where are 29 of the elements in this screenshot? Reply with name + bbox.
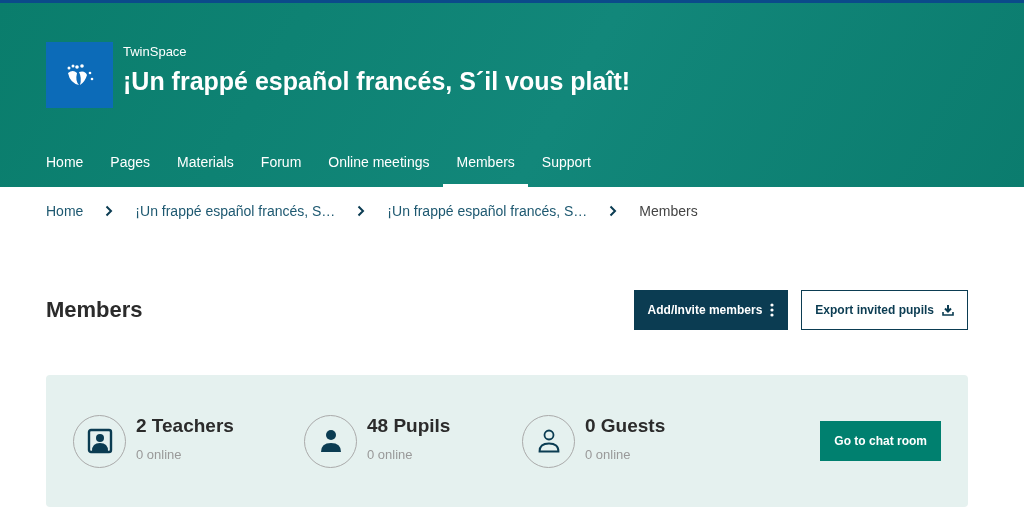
member-count: 0 Guests xyxy=(585,414,666,437)
current-page-label: Members xyxy=(639,202,698,219)
nav-tab[interactable]: Home xyxy=(46,154,97,187)
online-count: 0 online xyxy=(367,446,414,462)
download-icon xyxy=(942,304,954,316)
logo-icon[interactable] xyxy=(46,42,113,108)
breadcrumb-link[interactable]: ¡Un frappé español francés, S… xyxy=(387,202,588,219)
chat-room-button[interactable]: Go to chat room xyxy=(820,421,941,461)
more-icon xyxy=(770,303,775,317)
space-title: ¡Un frappé español francés, S´il vous plaît! xyxy=(123,67,631,96)
member-count: 2 Teachers xyxy=(136,414,234,437)
page-title: Members xyxy=(46,297,143,323)
nav-tab[interactable]: Forum xyxy=(247,154,315,187)
add-invite-button[interactable]: Add/Invite members xyxy=(633,290,789,330)
nav-tab[interactable]: Members xyxy=(443,154,528,187)
breadcrumb-link[interactable]: ¡Un frappé español francés, S… xyxy=(135,202,336,219)
nav-tab[interactable]: Support xyxy=(528,154,604,187)
nav-tab[interactable]: Materials xyxy=(164,154,247,187)
chevron-icon xyxy=(609,204,618,217)
breadcrumb-link[interactable]: Home xyxy=(46,202,84,219)
chevron-icon xyxy=(357,204,366,217)
brand-name: TwinSpace xyxy=(123,44,188,59)
online-count: 0 online xyxy=(136,446,183,462)
nav-tab[interactable]: Pages xyxy=(97,154,164,187)
chevron-icon xyxy=(105,204,114,217)
online-count: 0 online xyxy=(585,446,632,462)
nav-tab[interactable]: Online meetings xyxy=(315,154,443,187)
member-count: 48 Pupils xyxy=(367,414,451,437)
export-button[interactable]: Export invited pupils xyxy=(801,290,968,330)
